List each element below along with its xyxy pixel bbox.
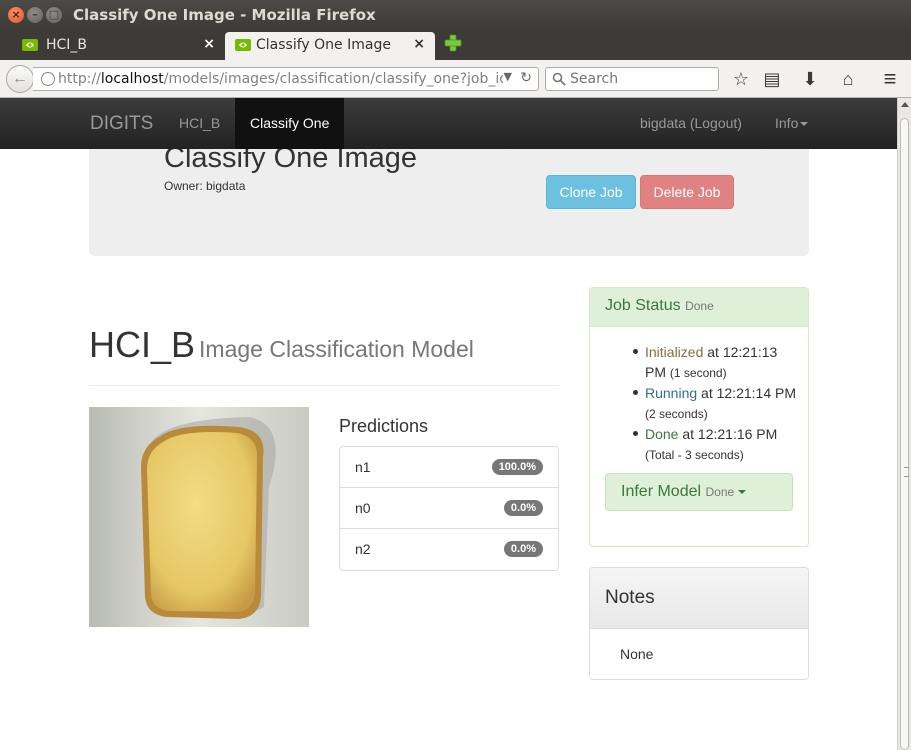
browser-tab-hci-b[interactable]: HCI_B × — [0, 32, 225, 60]
prediction-label: n2 — [355, 541, 371, 557]
reload-icon[interactable]: ↻ — [520, 70, 532, 86]
prediction-badge: 0.0% — [503, 500, 543, 516]
tab-label: HCI_B — [46, 37, 88, 53]
classified-image — [89, 407, 309, 627]
status-name: Initialized — [645, 344, 704, 360]
nav-link-classify-one[interactable]: Classify One — [235, 98, 345, 149]
status-duration: (1 second) — [669, 366, 727, 380]
url-text[interactable]: http://localhost/models/images/classific… — [58, 71, 503, 87]
tab-strip: HCI_B × Classify One Image × — [0, 30, 911, 60]
window-maximize-button[interactable]: □ — [46, 7, 62, 23]
window-titlebar: × – □ Classify One Image - Mozilla Firef… — [0, 0, 911, 30]
predictions-list: n1 100.0% n0 0.0% n2 0.0% — [339, 446, 559, 571]
tab-close-icon[interactable]: × — [203, 36, 215, 52]
prediction-badge: 100.0% — [491, 459, 543, 475]
list-item: n2 0.0% — [340, 529, 558, 570]
infer-model-state: Done — [705, 485, 735, 499]
caret-down-icon — [738, 489, 747, 494]
tab-close-icon[interactable]: × — [413, 36, 425, 52]
nvidia-icon — [22, 39, 38, 51]
model-name-link[interactable]: HCI_B — [89, 324, 195, 365]
nav-link-hci-b[interactable]: HCI_B — [179, 98, 220, 149]
status-duration: (Total - 3 seconds) — [645, 448, 744, 462]
url-path: /models/images/classification/classify_o… — [163, 71, 503, 87]
scrollbar-grip — [904, 467, 909, 477]
notes-header: Notes — [590, 568, 808, 629]
app-navbar: DIGITS HCI_B Classify One bigdata (Logou… — [0, 98, 897, 149]
infer-model-button[interactable]: Infer Model Done — [605, 473, 793, 511]
caret-down-icon — [800, 122, 809, 127]
model-heading: HCI_B Image Classification Model — [89, 324, 474, 366]
job-owner: Owner: bigdata — [164, 179, 246, 193]
list-item: n1 100.0% — [340, 447, 558, 488]
info-dropdown[interactable]: Info — [775, 98, 809, 149]
url-host: localhost — [100, 71, 164, 87]
download-icon[interactable]: ⬇ — [799, 68, 821, 90]
home-icon[interactable]: ⌂ — [837, 68, 859, 90]
window-title: Classify One Image - Mozilla Firefox — [73, 6, 376, 24]
tab-label: Classify One Image — [256, 37, 391, 53]
model-subtitle: Image Classification Model — [199, 336, 474, 362]
status-duration: (2 seconds) — [645, 407, 708, 421]
infer-model-label: Infer Model — [621, 483, 702, 500]
notes-panel: Notes None — [589, 567, 809, 680]
divider — [89, 385, 559, 386]
url-dropdown-icon[interactable]: ▼ — [504, 70, 512, 83]
search-icon — [552, 72, 566, 86]
predictions-heading: Predictions — [339, 416, 429, 436]
job-status-header: Job Status Done — [590, 288, 808, 327]
search-bar[interactable] — [545, 67, 719, 91]
browser-toolbar: ← http://localhost/models/images/classif… — [0, 60, 911, 98]
bookmark-star-icon[interactable]: ☆ — [730, 68, 752, 90]
status-time: at 12:21:16 PM — [678, 426, 778, 442]
back-button[interactable]: ← — [6, 65, 34, 93]
job-status-title: Job Status — [605, 297, 681, 314]
search-input[interactable] — [570, 70, 710, 88]
user-logout-link[interactable]: bigdata (Logout) — [640, 98, 742, 149]
notes-body: None — [620, 646, 654, 662]
url-bar[interactable]: http://localhost/models/images/classific… — [33, 67, 539, 91]
status-timeline: Initialized at 12:21:13 PM (1 second) Ru… — [633, 342, 800, 465]
status-event: Done at 12:21:16 PM (Total - 3 seconds) — [633, 424, 800, 465]
window-minimize-button[interactable]: – — [27, 7, 43, 23]
menu-icon[interactable]: ≡ — [879, 68, 901, 90]
page-scrollbar[interactable] — [897, 98, 911, 750]
digits-brand-link[interactable]: DIGITS — [90, 113, 153, 135]
scrollbar-thumb[interactable] — [900, 118, 909, 750]
job-status-state: Done — [685, 299, 714, 313]
browser-tab-classify-one-image[interactable]: Classify One Image × — [225, 32, 435, 60]
reading-list-icon[interactable]: ▤ — [761, 68, 783, 90]
status-name: Running — [645, 385, 698, 401]
globe-icon — [41, 72, 55, 86]
status-name: Done — [645, 426, 679, 442]
window-close-button[interactable]: × — [8, 7, 24, 23]
scroll-up-arrow-icon[interactable] — [901, 102, 909, 107]
info-label: Info — [775, 115, 799, 131]
status-event: Initialized at 12:21:13 PM (1 second) — [633, 342, 800, 383]
prediction-badge: 0.0% — [503, 541, 543, 557]
url-scheme: http:// — [58, 71, 101, 87]
job-header: Classify One Image Owner: bigdata Clone … — [89, 138, 809, 256]
clone-job-button[interactable]: Clone Job — [546, 175, 636, 209]
delete-job-button[interactable]: Delete Job — [640, 175, 734, 209]
status-event: Running at 12:21:14 PM (2 seconds) — [633, 383, 800, 424]
prediction-label: n0 — [355, 500, 371, 516]
status-time: at 12:21:14 PM — [697, 385, 796, 401]
nvidia-icon — [235, 39, 251, 51]
prediction-label: n1 — [355, 459, 371, 475]
list-item: n0 0.0% — [340, 488, 558, 529]
new-tab-plus-icon[interactable] — [443, 33, 463, 53]
page-viewport: Classify One Image Owner: bigdata Clone … — [0, 98, 897, 750]
job-status-panel: Job Status Done Initialized at 12:21:13 … — [589, 287, 809, 547]
